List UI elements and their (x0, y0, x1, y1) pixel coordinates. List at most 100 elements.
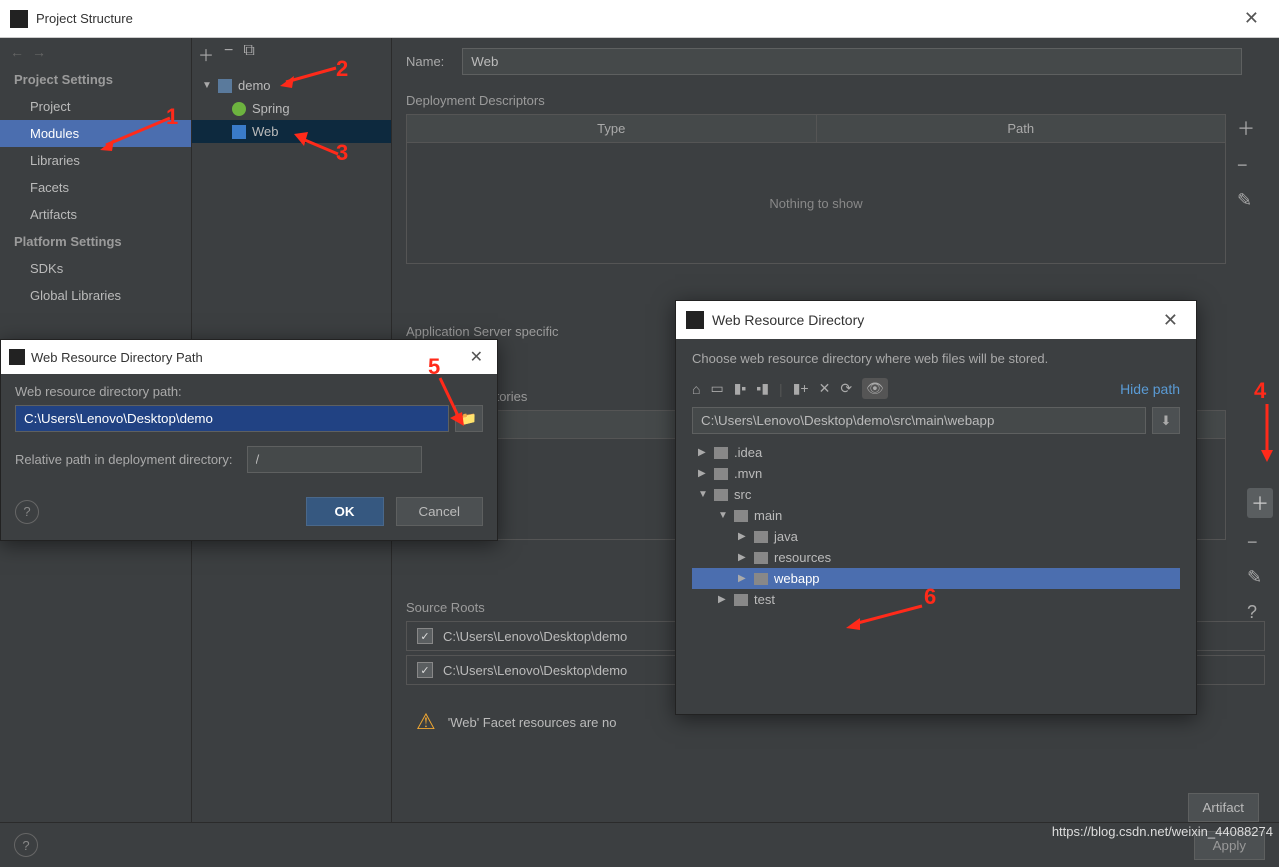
tree-item-spring[interactable]: Spring (192, 97, 391, 120)
add-module-icon[interactable]: ＋ (198, 42, 214, 66)
close-icon[interactable]: ✕ (1155, 310, 1186, 331)
nav-artifacts[interactable]: Artifacts (0, 201, 191, 228)
remove-icon[interactable]: − (1247, 532, 1273, 553)
checkbox-icon[interactable]: ✓ (417, 628, 433, 644)
path-input[interactable] (692, 407, 1146, 434)
nav-back-icon[interactable]: ← (10, 44, 24, 60)
col-path: Path (817, 115, 1226, 142)
field-label: Relative path in deployment directory: (15, 452, 233, 467)
dialog-web-resource-directory: Web Resource Directory ✕ Choose web reso… (675, 300, 1197, 715)
dir-tree-label: webapp (774, 571, 820, 586)
edit-icon[interactable]: ✎ (1237, 190, 1255, 211)
tree-label: demo (238, 78, 271, 93)
folder-icon (714, 468, 728, 480)
expand-icon[interactable]: ▶ (698, 468, 708, 479)
delete-icon[interactable]: ✕ (819, 380, 831, 397)
nav-modules[interactable]: Modules (0, 120, 191, 147)
app-logo-icon (686, 311, 704, 329)
tree-item-web[interactable]: Web (192, 120, 391, 143)
checkbox-icon[interactable]: ✓ (417, 662, 433, 678)
dir-tree-item-resources[interactable]: ▶resources (692, 547, 1180, 568)
expand-icon[interactable]: ▶ (738, 552, 748, 563)
dir-tree-label: test (754, 592, 775, 607)
dir-tree-item-.idea[interactable]: ▶.idea (692, 442, 1180, 463)
cancel-button[interactable]: Cancel (396, 497, 484, 526)
directory-toolbar: ⌂ ▭ ▮▪ ▪▮ | ▮+ ✕ ⟳ 👁 Hide path (692, 378, 1180, 399)
nav-sdks[interactable]: SDKs (0, 255, 191, 282)
edit-icon[interactable]: ✎ (1247, 567, 1273, 588)
show-hidden-icon[interactable]: 👁 (862, 378, 888, 399)
relative-path-input[interactable] (247, 446, 422, 473)
help-button[interactable]: ? (15, 500, 39, 524)
nav-libraries[interactable]: Libraries (0, 147, 191, 174)
copy-module-icon[interactable]: ⧉ (243, 42, 254, 66)
nav-forward-icon[interactable]: → (32, 44, 46, 60)
platform-settings-header: Platform Settings (0, 228, 191, 255)
expand-icon[interactable]: ▼ (718, 510, 728, 521)
deployment-toolbar: ＋ − ✎ (1237, 115, 1255, 211)
dialog-title: Web Resource Directory (712, 312, 1155, 328)
hide-path-link[interactable]: Hide path (1120, 381, 1180, 397)
warning-icon: ⚠ (416, 709, 436, 735)
dir-tree-label: .mvn (734, 466, 762, 481)
dir-tree-label: java (774, 529, 798, 544)
folder-icon (714, 447, 728, 459)
help-icon[interactable]: ? (1247, 602, 1273, 623)
name-input[interactable] (462, 48, 1242, 75)
table-empty: Nothing to show (407, 143, 1225, 263)
refresh-icon[interactable]: ⟳ (840, 380, 852, 397)
remove-icon[interactable]: − (1237, 155, 1255, 176)
dir-tree-item-webapp[interactable]: ▶ webapp (692, 568, 1180, 589)
directory-path-input[interactable] (15, 405, 449, 432)
ok-button[interactable]: OK (306, 497, 384, 526)
expand-icon[interactable]: ▶ (698, 447, 708, 458)
source-root-path: C:\Users\Lenovo\Desktop\demo (443, 629, 627, 644)
close-icon[interactable]: ✕ (464, 347, 489, 367)
expand-icon[interactable]: ▼ (698, 489, 708, 500)
folder-icon (754, 573, 768, 585)
app-logo-icon (9, 349, 25, 365)
help-button[interactable]: ? (14, 833, 38, 857)
module-icon[interactable]: ▪▮ (756, 380, 769, 397)
dir-tree-item-main[interactable]: ▼ main (692, 505, 1180, 526)
expand-icon[interactable]: ▶ (738, 573, 748, 584)
window-close-icon[interactable]: ✕ (1234, 8, 1269, 29)
add-icon[interactable]: ＋ (1247, 488, 1273, 518)
dialog-titlebar: Web Resource Directory Path ✕ (1, 340, 497, 374)
add-icon[interactable]: ＋ (1237, 115, 1255, 141)
module-toolbar: ＋ − ⧉ (192, 38, 391, 70)
project-settings-header: Project Settings (0, 66, 191, 93)
tree-label: Web (252, 124, 279, 139)
table-header: Type Path (407, 115, 1225, 143)
expand-icon[interactable]: ▶ (738, 531, 748, 542)
nav-global-libraries[interactable]: Global Libraries (0, 282, 191, 309)
resource-toolbar: ＋ − ✎ ? (1247, 488, 1273, 623)
dropdown-icon[interactable]: ⬇ (1152, 407, 1180, 434)
tree-item-demo[interactable]: ▼ demo (192, 74, 391, 97)
expand-icon[interactable]: ▶ (718, 594, 728, 605)
dialog-description: Choose web resource directory where web … (692, 351, 1180, 366)
home-icon[interactable]: ⌂ (692, 381, 700, 397)
new-folder-icon[interactable]: ▮+ (793, 380, 809, 397)
dialog-body: Choose web resource directory where web … (676, 339, 1196, 714)
dir-tree-label: main (754, 508, 782, 523)
nav-facets[interactable]: Facets (0, 174, 191, 201)
name-label: Name: (406, 54, 444, 69)
dir-tree-item-java[interactable]: ▶ java (692, 526, 1180, 547)
dir-tree-item-.mvn[interactable]: ▶ .mvn (692, 463, 1180, 484)
folder-icon (754, 531, 768, 543)
desktop-icon[interactable]: ▭ (710, 380, 723, 397)
col-type: Type (407, 115, 817, 142)
create-artifact-button[interactable]: Artifact (1188, 793, 1259, 822)
project-icon[interactable]: ▮▪ (734, 380, 747, 397)
dir-tree-label: src (734, 487, 751, 502)
expand-icon[interactable]: ▼ (202, 80, 212, 91)
dialog-body: Web resource directory path: 📁 Relative … (1, 374, 497, 483)
dir-tree-item-test[interactable]: ▶ test (692, 589, 1180, 610)
dir-tree-item-src[interactable]: ▼ src (692, 484, 1180, 505)
nav-arrows: ← → (0, 38, 191, 66)
browse-folder-icon[interactable]: 📁 (455, 405, 483, 432)
nav-project[interactable]: Project (0, 93, 191, 120)
dialog-title: Web Resource Directory Path (31, 350, 464, 365)
remove-module-icon[interactable]: − (224, 42, 233, 66)
